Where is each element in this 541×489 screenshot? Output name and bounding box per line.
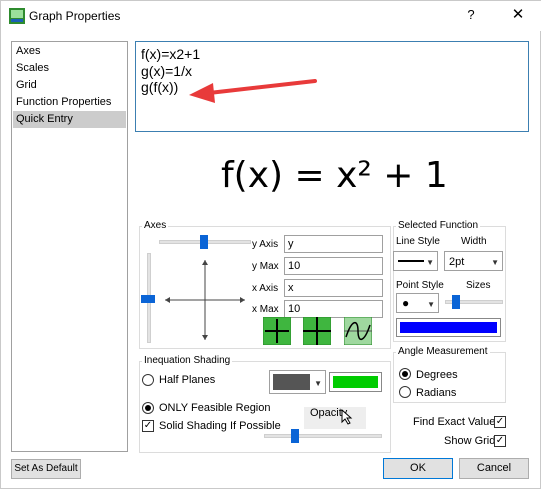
solid-shading-label: Solid Shading If Possible: [159, 420, 281, 432]
close-icon[interactable]: ✕: [507, 5, 529, 27]
axes-curve-icon[interactable]: [344, 317, 372, 345]
width-value: 2pt: [449, 256, 465, 268]
cancel-button[interactable]: Cancel: [459, 458, 529, 479]
radians-label: Radians: [416, 387, 457, 399]
app-icon: [9, 8, 25, 24]
x-axis-label: x Axis: [252, 283, 279, 294]
shading-color-dropdown[interactable]: ▼: [269, 370, 326, 394]
axes-cross-icon[interactable]: [263, 317, 291, 345]
width-dropdown[interactable]: 2pt ▼: [444, 251, 503, 271]
category-list: Axes Scales Grid Function Properties Qui…: [11, 41, 128, 452]
half-planes-label: Half Planes: [159, 374, 216, 386]
line-style-sample: [398, 260, 424, 262]
degrees-radio[interactable]: [399, 368, 411, 380]
axes-grid-icon[interactable]: [303, 317, 331, 345]
only-feasible-radio[interactable]: [142, 402, 154, 414]
y-axis-input[interactable]: y: [284, 235, 383, 253]
line-style-label: Line Style: [396, 236, 440, 247]
chevron-down-icon: ▼: [427, 300, 435, 309]
half-planes-radio[interactable]: [142, 374, 154, 386]
help-icon[interactable]: ?: [461, 7, 481, 25]
x-max-label: x Max: [252, 304, 279, 315]
find-exact-values-label: Find Exact Values: [413, 416, 501, 428]
chevron-down-icon: ▼: [426, 258, 434, 267]
quick-entry-line: f(x)=x2+1: [141, 46, 201, 62]
x-axis-input[interactable]: x: [284, 279, 383, 297]
mouse-cursor-icon: [341, 409, 353, 425]
only-feasible-label: ONLY Feasible Region: [159, 402, 271, 414]
title-bar: Graph Properties ? ✕: [1, 1, 541, 31]
x-axis-slider-thumb[interactable]: [200, 235, 208, 249]
y-axis-label: y Axis: [252, 239, 279, 250]
feasible-color-button[interactable]: [329, 372, 382, 392]
y-max-input[interactable]: 10: [284, 257, 383, 275]
chevron-down-icon: ▼: [491, 258, 499, 267]
chevron-down-icon: ▼: [314, 379, 322, 388]
annotation-arrow: [189, 79, 317, 103]
ok-button[interactable]: OK: [383, 458, 453, 479]
formula-preview: f(x) = x² + 1: [221, 155, 448, 196]
nav-item-function-properties[interactable]: Function Properties: [13, 94, 126, 111]
x-max-input[interactable]: 10: [284, 300, 383, 318]
sizes-slider-thumb[interactable]: [452, 295, 460, 309]
line-style-dropdown[interactable]: ▼: [393, 251, 438, 271]
graph-properties-window: Graph Properties ? ✕ Axes Scales Grid Fu…: [0, 0, 541, 489]
function-color-button[interactable]: [396, 318, 501, 337]
find-exact-values-checkbox[interactable]: ✓: [494, 416, 506, 428]
selected-function-label: Selected Function: [396, 220, 481, 231]
set-as-default-button[interactable]: Set As Default: [11, 459, 81, 479]
point-style-dropdown[interactable]: ● ▼: [396, 293, 439, 313]
window-title: Graph Properties: [29, 9, 121, 23]
radians-radio[interactable]: [399, 386, 411, 398]
nav-item-axes[interactable]: Axes: [13, 43, 126, 60]
point-dot-icon: ●: [402, 296, 410, 310]
y-max-label: y Max: [252, 261, 279, 272]
axes-group-label: Axes: [142, 220, 169, 231]
nav-item-quick-entry[interactable]: Quick Entry: [13, 111, 126, 128]
width-label: Width: [461, 236, 487, 247]
feasible-color-swatch: [333, 376, 378, 388]
show-grid-label: Show Grid: [444, 435, 496, 447]
opacity-slider-track[interactable]: [264, 434, 382, 438]
solid-shading-checkbox[interactable]: ✓: [142, 420, 154, 432]
nav-item-scales[interactable]: Scales: [13, 60, 126, 77]
opacity-slider-thumb[interactable]: [291, 429, 299, 443]
y-axis-slider-thumb[interactable]: [141, 295, 155, 303]
shading-color-swatch: [273, 374, 310, 390]
sizes-label: Sizes: [466, 280, 491, 291]
function-color-swatch: [400, 322, 497, 333]
nav-item-grid[interactable]: Grid: [13, 77, 126, 94]
degrees-label: Degrees: [416, 369, 458, 381]
axes-preview-icon: [165, 260, 245, 340]
inequation-shading-label: Inequation Shading: [142, 355, 233, 366]
point-style-label: Point Style: [396, 280, 444, 291]
show-grid-checkbox[interactable]: ✓: [494, 435, 506, 447]
angle-measurement-label: Angle Measurement: [396, 346, 490, 357]
